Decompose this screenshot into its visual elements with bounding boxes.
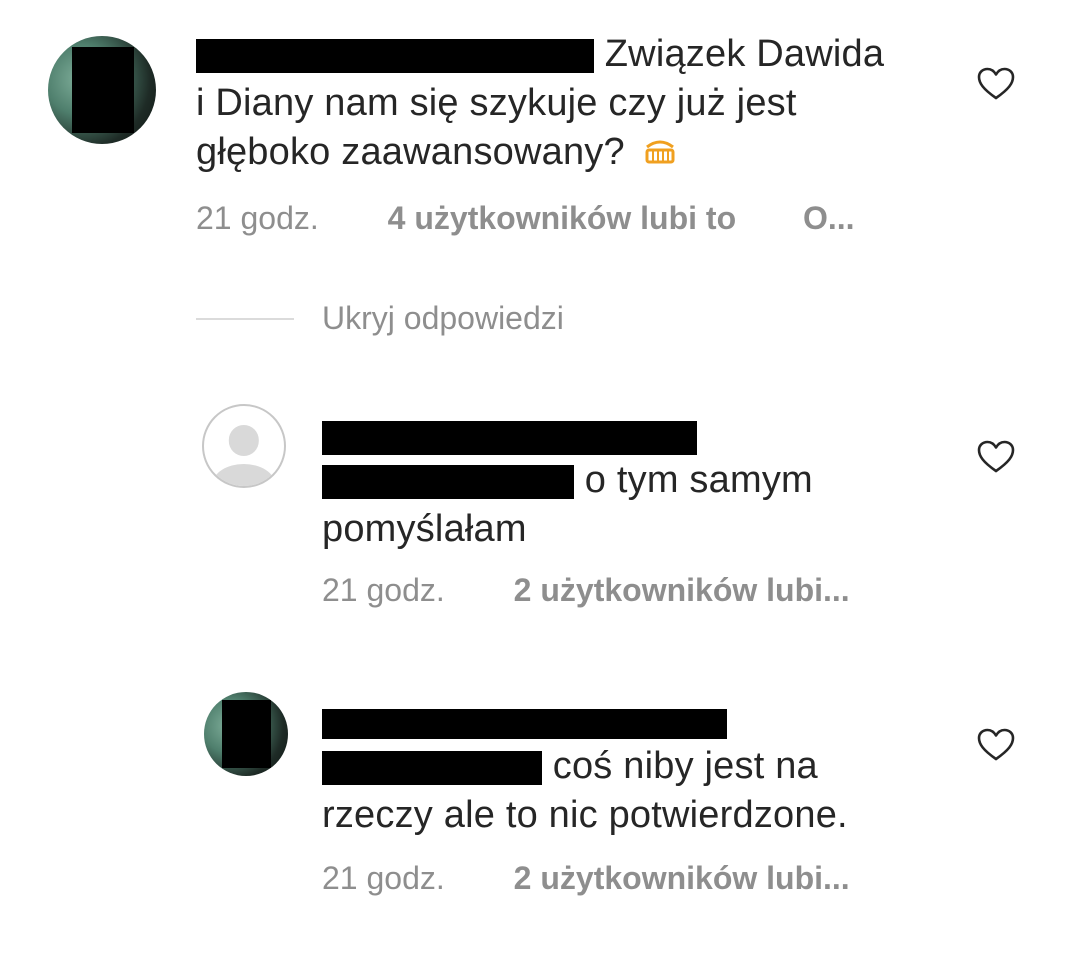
username-redacted[interactable] <box>196 38 594 73</box>
avatar[interactable] <box>204 692 288 776</box>
username-redacted[interactable] <box>322 420 697 455</box>
grinning-face-icon <box>644 129 676 178</box>
mention-redacted[interactable] <box>322 750 542 785</box>
reply-2: coś niby jest na rzeczy ale to nic potwi… <box>0 680 1075 920</box>
reply-line-2: coś niby jest na <box>552 745 818 787</box>
comment-main: Związek Dawida i Diany nam się szykuje c… <box>0 0 1075 260</box>
reply-time: 21 godz. <box>322 860 445 896</box>
heart-outline-icon[interactable] <box>977 728 1015 762</box>
username-redacted[interactable] <box>322 708 727 739</box>
avatar-shoulders <box>212 463 276 486</box>
mention-redacted[interactable] <box>322 464 574 499</box>
reply-text: coś niby jest na rzeczy ale to nic potwi… <box>322 698 942 840</box>
default-user-icon[interactable] <box>202 404 286 488</box>
comment-line-3: głęboko zaawansowany? <box>196 131 625 173</box>
likes-link[interactable]: 2 użytkowników lubi... <box>514 572 850 609</box>
comment-meta: 21 godz. 4 użytkowników lubi to O... <box>196 200 855 237</box>
reply-line-3: rzeczy ale to nic potwierdzone. <box>322 794 848 836</box>
heart-outline-icon[interactable] <box>977 440 1015 474</box>
reply-meta: 21 godz. 2 użytkowników lubi... <box>322 860 850 897</box>
likes-link[interactable]: 2 użytkowników lubi... <box>514 860 850 897</box>
hide-replies-button[interactable]: Ukryj odpowiedzi <box>322 300 564 337</box>
reply-line-3: pomyślałam <box>322 508 527 550</box>
reply-button[interactable]: O... <box>803 200 855 237</box>
reply-text: o tym samym pomyślałam <box>322 412 942 554</box>
avatar-head <box>228 425 260 456</box>
reply-meta: 21 godz. 2 użytkowników lubi... <box>322 572 850 609</box>
comment-time: 21 godz. <box>196 200 319 236</box>
replies-divider <box>196 318 294 320</box>
comment-line-2: i Diany nam się szykuje czy już jest <box>196 82 797 124</box>
comment-text: Związek Dawida i Diany nam się szykuje c… <box>196 30 956 178</box>
comment-line-1: Związek Dawida <box>604 33 885 75</box>
reply-line-2: o tym samym <box>584 459 813 501</box>
heart-outline-icon[interactable] <box>977 67 1015 101</box>
reply-1: o tym samym pomyślałam 21 godz. 2 użytko… <box>0 390 1075 620</box>
censor-box <box>71 46 135 134</box>
likes-link[interactable]: 4 użytkowników lubi to <box>388 200 736 237</box>
reply-time: 21 godz. <box>322 572 445 608</box>
avatar[interactable] <box>48 36 156 144</box>
censor-box <box>222 700 272 768</box>
